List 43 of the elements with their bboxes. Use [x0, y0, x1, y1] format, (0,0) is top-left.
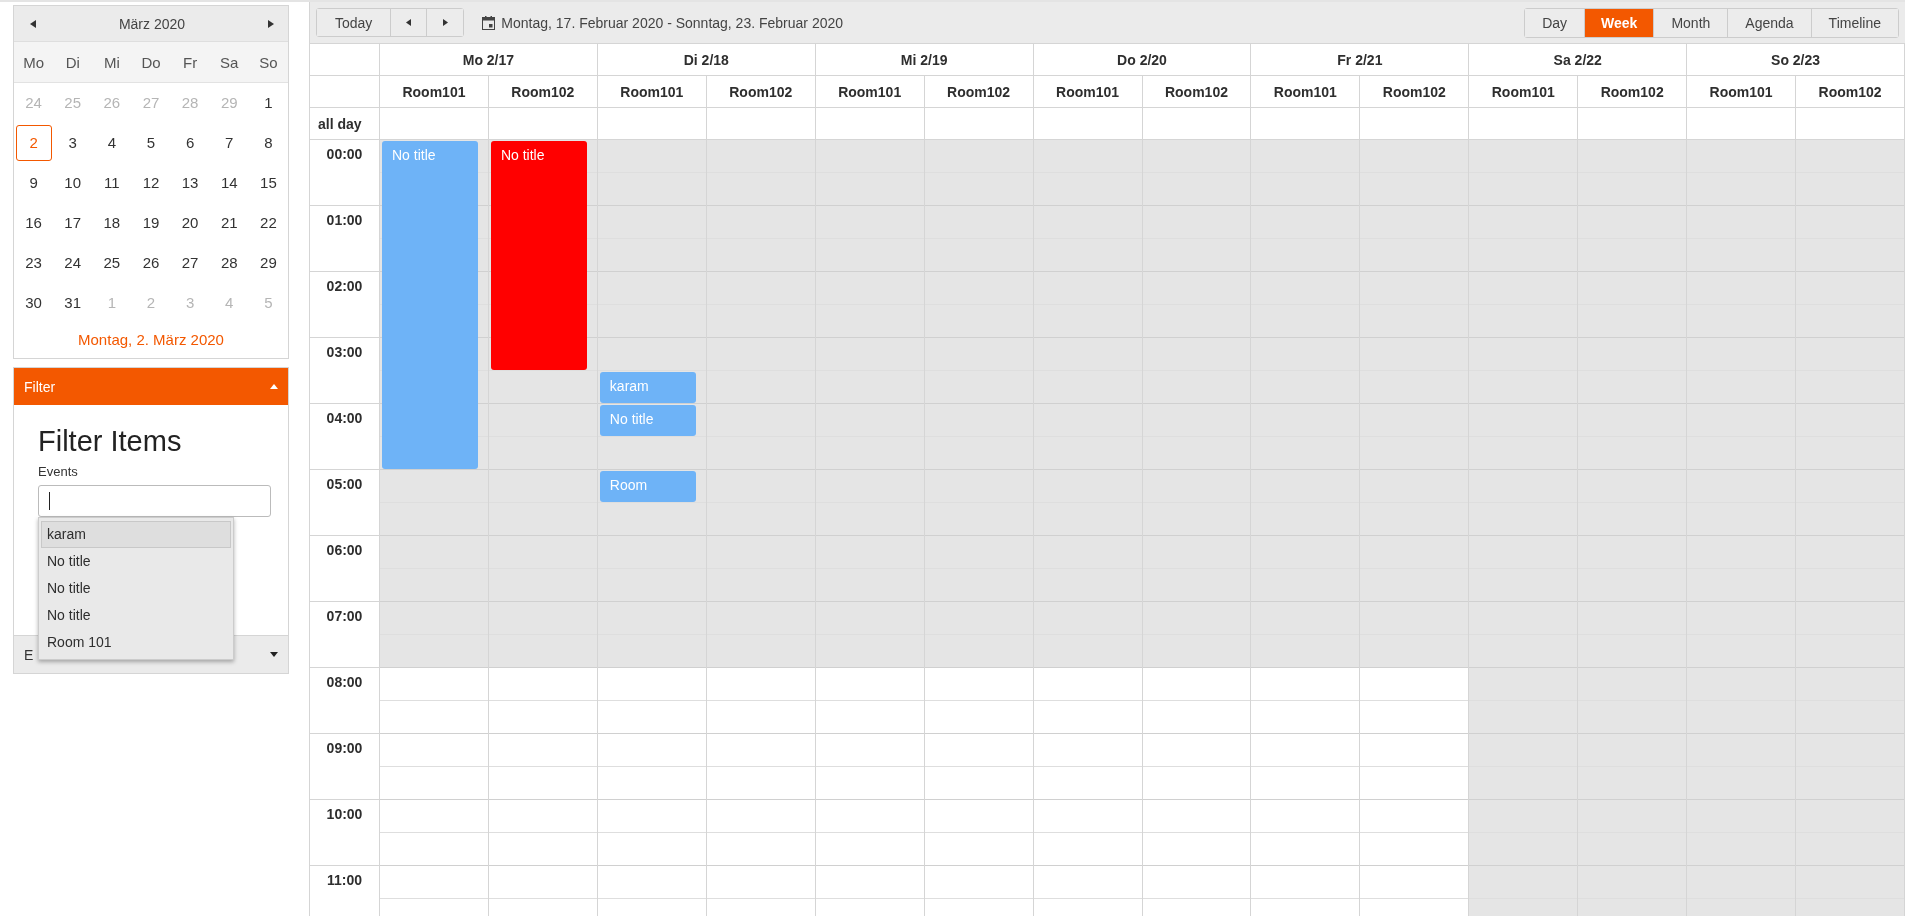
- time-label: 05:00: [310, 470, 379, 536]
- time-label: 01:00: [310, 206, 379, 272]
- weekday-label: Sa: [219, 53, 240, 71]
- room-header: Room101: [380, 76, 489, 108]
- room-header: Room101: [597, 76, 707, 108]
- day-header: Di 2/18: [597, 44, 816, 76]
- room-header: Room101: [1687, 76, 1797, 108]
- time-label: 11:00: [310, 866, 379, 916]
- filter-heading: Filter Items: [38, 425, 183, 458]
- time-label: 10:00: [310, 800, 379, 866]
- time-label: 02:00: [310, 272, 379, 338]
- time-label: 06:00: [310, 536, 379, 602]
- day-header: Mi 2/19: [815, 44, 1034, 76]
- time-label: 00:00: [310, 140, 379, 206]
- room-header: Room101: [815, 76, 925, 108]
- day-header: Fr 2/21: [1251, 44, 1470, 76]
- day-header: Do 2/20: [1033, 44, 1252, 76]
- weekday-label: Di: [64, 53, 81, 71]
- room-header: Room101: [1033, 76, 1143, 108]
- weekday-label: Fr: [182, 53, 199, 71]
- weekday-label: Mi: [102, 53, 121, 71]
- time-label: 08:00: [310, 668, 379, 734]
- room-header: Room101: [1469, 76, 1579, 108]
- room-header: Room102: [1142, 76, 1252, 108]
- weekday-label: Do: [140, 53, 162, 71]
- weekday-label: So: [258, 53, 279, 71]
- all-day-label: all day: [310, 108, 380, 140]
- day-header: Sa 2/22: [1469, 44, 1688, 76]
- time-label: 09:00: [310, 734, 379, 800]
- weekday-label: Mo: [22, 53, 45, 71]
- time-label: 03:00: [310, 338, 379, 404]
- day-header: Mo 2/17: [380, 44, 598, 76]
- room-header: Room102: [706, 76, 816, 108]
- room-header: Room101: [1251, 76, 1361, 108]
- room-header: Room102: [488, 76, 598, 108]
- room-header: Room102: [924, 76, 1034, 108]
- day-header: So 2/23: [1687, 44, 1905, 76]
- time-label: 04:00: [310, 404, 379, 470]
- room-header: Room102: [1578, 76, 1688, 108]
- room-header: Room102: [1796, 76, 1905, 108]
- time-label: 07:00: [310, 602, 379, 668]
- field-label: Events: [38, 464, 79, 479]
- room-header: Room102: [1360, 76, 1470, 108]
